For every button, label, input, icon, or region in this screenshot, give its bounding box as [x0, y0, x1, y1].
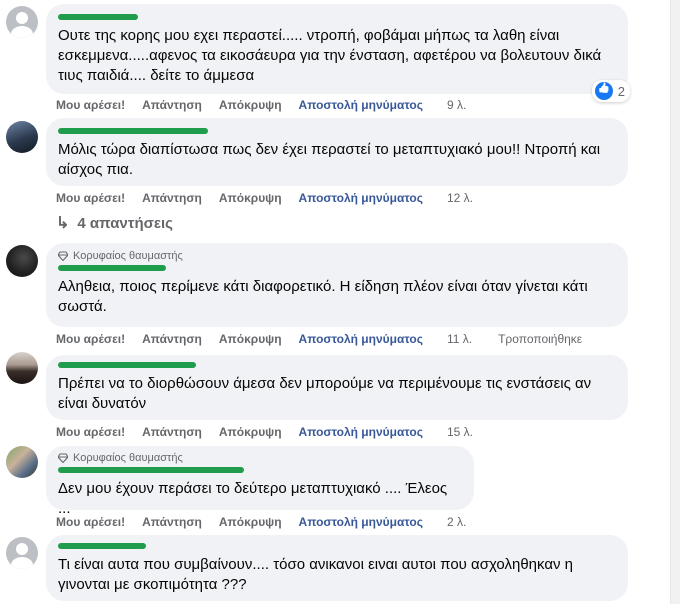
timestamp[interactable]: 9 λ.: [447, 98, 466, 112]
avatar[interactable]: [6, 537, 38, 569]
send-message-button[interactable]: Αποστολή μηνύματος: [299, 191, 423, 205]
like-button[interactable]: Μου αρέσει!: [56, 98, 125, 112]
redacted-author-name[interactable]: [58, 14, 138, 20]
comment-bubble: Ουτε της κορης μου εχει περαστεί..... ντ…: [46, 4, 630, 102]
comment-bubble: Πρέπει να το διορθώσουν άμεσα δεν μπορού…: [46, 355, 628, 420]
hide-button[interactable]: Απόκρυψη: [219, 425, 282, 439]
comment-actions: Μου αρέσει! Απάντηση Απόκρυψη Αποστολή μ…: [56, 332, 599, 346]
send-message-button[interactable]: Αποστολή μηνύματος: [299, 332, 423, 346]
hide-button[interactable]: Απόκρυψη: [219, 332, 282, 346]
timestamp[interactable]: 12 λ.: [447, 191, 473, 205]
comment-text: Αληθεια, ποιος περίμενε κάτι διαφορετικό…: [58, 278, 588, 315]
like-button[interactable]: Μου αρέσει!: [56, 191, 125, 205]
like-reaction-icon: [594, 82, 613, 100]
avatar[interactable]: [6, 352, 38, 384]
hide-button[interactable]: Απόκρυψη: [219, 515, 282, 529]
comment-text: Ουτε της κορης μου εχει περαστεί..... ντ…: [58, 27, 602, 84]
comment-text: Πρέπει να το διορθώσουν άμεσα δεν μπορού…: [58, 375, 592, 412]
reply-button[interactable]: Απάντηση: [142, 191, 202, 205]
view-replies-link[interactable]: ↳ 4 απαντήσεις: [56, 213, 173, 233]
redacted-author-name[interactable]: [58, 265, 166, 271]
comment-actions: Μου αρέσει! Απάντηση Απόκρυψη Αποστολή μ…: [56, 425, 490, 439]
comment-actions: Μου αρέσει! Απάντηση Απόκρυψη Αποστολή μ…: [56, 515, 483, 529]
diamond-icon: [58, 453, 68, 463]
scrollbar[interactable]: [670, 0, 680, 604]
reaction-number: 2: [617, 83, 625, 99]
comment-text: Δεν μου έχουν περάσει το δεύτερο μεταπτυ…: [58, 480, 448, 517]
badge-label: Κορυφαίος θαυμαστής: [73, 250, 183, 262]
send-message-button[interactable]: Αποστολή μηνύματος: [299, 425, 423, 439]
timestamp[interactable]: 2 λ.: [447, 515, 466, 529]
timestamp[interactable]: 15 λ.: [447, 425, 473, 439]
comment-bubble: Κορυφαίος θαυμαστής Δεν μου έχουν περάσε…: [46, 446, 474, 517]
comment-actions: Μου αρέσει! Απάντηση Απόκρυψη Αποστολή μ…: [56, 98, 483, 112]
like-button[interactable]: Μου αρέσει!: [56, 425, 125, 439]
avatar[interactable]: [6, 6, 38, 38]
like-button[interactable]: Μου αρέσει!: [56, 515, 125, 529]
diamond-icon: [58, 251, 68, 261]
top-fan-badge: Κορυφαίος θαυμαστής: [58, 452, 462, 464]
reply-arrow-icon: ↳: [56, 215, 70, 232]
send-message-button[interactable]: Αποστολή μηνύματος: [299, 515, 423, 529]
reply-button[interactable]: Απάντηση: [142, 98, 202, 112]
like-button[interactable]: Μου αρέσει!: [56, 332, 125, 346]
send-message-button[interactable]: Αποστολή μηνύματος: [299, 98, 423, 112]
comment-bubble: Τι είναι αυτα που συμβαίνουν.... τόσο αν…: [46, 535, 628, 601]
top-fan-badge: Κορυφαίος θαυμαστής: [58, 250, 616, 262]
avatar[interactable]: [6, 245, 38, 277]
reply-button[interactable]: Απάντηση: [142, 425, 202, 439]
hide-button[interactable]: Απόκρυψη: [219, 98, 282, 112]
badge-label: Κορυφαίος θαυμαστής: [73, 452, 183, 464]
avatar[interactable]: [6, 121, 38, 153]
edited-label: Τροποποιήθηκε: [498, 332, 583, 346]
comment-bubble: Μόλις τώρα διαπίστωσα πως δεν έχει περασ…: [46, 118, 628, 186]
timestamp[interactable]: 11 λ.: [447, 332, 472, 346]
comment-actions: Μου αρέσει! Απάντηση Απόκρυψη Αποστολή μ…: [56, 191, 490, 205]
reaction-count[interactable]: 2: [591, 80, 630, 102]
redacted-author-name[interactable]: [58, 543, 146, 549]
comment-text: Τι είναι αυτα που συμβαίνουν.... τόσο αν…: [58, 556, 574, 593]
comment-bubble: Κορυφαίος θαυμαστής Αληθεια, ποιος περίμ…: [46, 243, 628, 327]
avatar[interactable]: [6, 446, 38, 478]
reply-button[interactable]: Απάντηση: [142, 515, 202, 529]
replies-count: 4 απαντήσεις: [77, 214, 173, 232]
redacted-author-name[interactable]: [58, 362, 196, 368]
redacted-author-name[interactable]: [58, 467, 244, 473]
reply-button[interactable]: Απάντηση: [142, 332, 202, 346]
hide-button[interactable]: Απόκρυψη: [219, 191, 282, 205]
redacted-author-name[interactable]: [58, 128, 208, 134]
comment-text: Μόλις τώρα διαπίστωσα πως δεν έχει περασ…: [58, 141, 601, 178]
